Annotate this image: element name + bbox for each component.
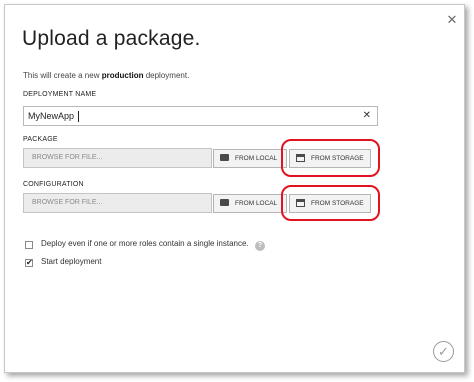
highlight-ring-configuration [281,185,380,221]
folder-icon [220,154,229,161]
help-icon[interactable]: ? [255,241,265,251]
start-deployment-checkbox[interactable]: ✔ [25,259,33,267]
package-label: PACKAGE [23,136,58,143]
deployment-name-field[interactable]: MyNewApp ✕ [23,106,378,126]
subtitle-bold: production [101,71,144,80]
clear-icon[interactable]: ✕ [363,110,371,121]
from-local-label: FROM LOCAL [235,155,278,162]
deployment-name-value: MyNewApp [28,111,75,121]
text-caret [78,111,79,122]
dialog-title: Upload a package. [22,27,201,50]
configuration-browse-field[interactable]: BROWSE FOR FILE... [23,193,212,213]
subtitle-suffix: deployment. [143,71,190,80]
from-local-label: FROM LOCAL [235,200,278,207]
start-deployment-label: Start deployment [41,257,102,266]
folder-icon [220,199,229,206]
package-browse-field[interactable]: BROWSE FOR FILE... [23,148,212,168]
configuration-label: CONFIGURATION [23,181,84,188]
highlight-ring-package [281,139,380,177]
deployment-name-label: DEPLOYMENT NAME [23,91,97,98]
close-icon[interactable]: ✕ [445,13,459,27]
configuration-from-local-button[interactable]: FROM LOCAL [213,194,287,213]
upload-package-dialog: ✕ Upload a package. This will create a n… [4,4,465,373]
dialog-subtitle: This will create a new production deploy… [23,71,189,80]
ok-checkmark-button[interactable]: ✓ [433,341,454,362]
package-from-local-button[interactable]: FROM LOCAL [213,149,287,168]
subtitle-prefix: This will create a new [23,71,102,80]
deploy-even-if-single-checkbox[interactable] [25,241,33,249]
deploy-even-if-single-label: Deploy even if one or more roles contain… [41,239,249,248]
